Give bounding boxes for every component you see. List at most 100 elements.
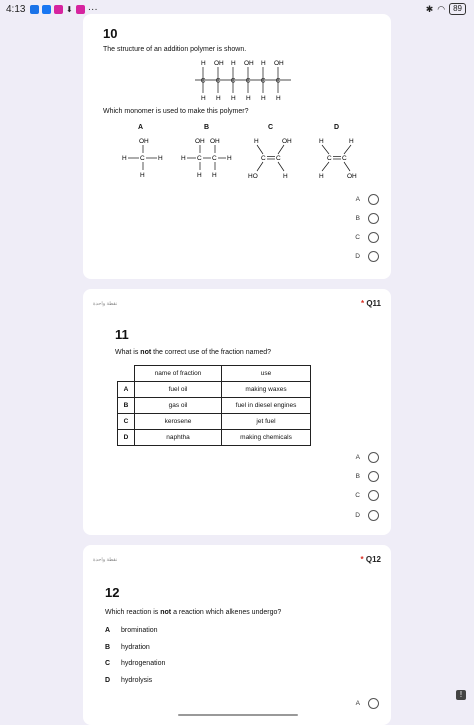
table-header-row: name of fraction use [117,365,311,382]
table-row: C kerosene jet fuel [117,413,311,430]
option-label: C [355,492,360,499]
polymer-structure: H C H OH C H H C H OH C H H C H OH C H [195,60,291,102]
atom-label: H [158,155,163,162]
polymer-top-atom: OH [244,60,254,67]
option-a[interactable]: A [356,194,379,205]
option-label: B [355,473,360,480]
polymer-carbon: C [201,78,206,85]
polymer-top-atom: H [261,60,266,67]
radio-button[interactable] [368,232,379,243]
bluetooth-icon: ✱ [425,3,434,14]
option-d[interactable]: D [355,251,379,262]
radio-button[interactable] [368,471,379,482]
option-label: C [355,234,360,241]
polymer-bottom-atom: H [261,95,266,102]
points-label: نقطة واحدة [93,301,118,307]
table-row: B gas oil fuel in diesel engines [117,397,311,414]
polymer-bottom-atom: H [216,95,221,102]
option-label: A [355,700,360,707]
messages-icon [30,5,39,14]
option-c[interactable]: C [355,232,379,243]
instagram-icon [75,5,85,14]
atom-label: OH [139,138,149,145]
option-d[interactable]: D [355,510,379,521]
option-label: A [355,454,360,461]
question-label: * Q11 [360,299,381,308]
option-label: A [355,196,360,203]
facebook-icon [42,5,51,14]
svg-text:C: C [261,155,266,162]
monomer-a-structure: OH H C H H [122,138,163,179]
question-text: Which reaction is not a reaction which a… [105,609,282,616]
radio-button[interactable] [368,490,379,501]
monomer-label-b: B [204,124,210,131]
polymer-bottom-atom: H [231,95,236,102]
monomer-d-structure: H H C C H OH [319,138,357,180]
svg-text:H: H [254,138,259,145]
svg-text:H: H [283,173,288,180]
report-icon[interactable]: ! [456,690,466,700]
polymer-top-atom: OH [214,60,224,67]
download-icon: ⬇ [66,5,73,14]
polymer-top-atom: H [231,60,236,67]
option-a[interactable]: A [356,452,379,463]
svg-text:C: C [342,155,347,162]
polymer-carbon: C [276,78,281,85]
svg-text:H: H [212,172,217,179]
question-prompt: Which monomer is used to make this polym… [103,108,249,115]
option-label: B [355,215,360,222]
svg-text:C: C [327,155,332,162]
radio-button[interactable] [368,510,379,521]
svg-text:HO: HO [248,173,258,180]
monomer-label-a: A [138,124,144,131]
monomer-b-structure: OH OH H C C H H H [181,138,232,179]
battery-icon: 89 [449,3,466,15]
status-time: 4:13 [6,4,26,15]
radio-button[interactable] [368,194,379,205]
svg-text:OH: OH [347,173,357,180]
list-item: Bhydration [105,643,150,651]
table-header: use [221,365,311,382]
svg-text:C: C [212,155,217,162]
option-b[interactable]: B [356,471,379,482]
polymer-bottom-atom: H [276,95,281,102]
svg-text:OH: OH [210,138,220,145]
svg-text:H: H [319,138,324,145]
option-a[interactable]: A [356,698,379,709]
svg-text:H: H [197,172,202,179]
instagram-icon [54,5,63,14]
option-b[interactable]: B [356,213,379,224]
question-card-10: 10 The structure of an addition polymer … [83,14,391,279]
polymer-carbon: C [246,78,251,85]
polymer-bottom-atom: H [201,95,206,102]
question-number: 12 [105,585,120,600]
monomer-label-d: D [334,124,340,131]
polymer-top-atom: H [201,60,206,67]
list-item: Chydrogenation [105,660,166,667]
polymer-carbon: C [261,78,266,85]
question-card-12: نقطة واحدة * Q12 12 Which reaction is no… [83,545,391,725]
radio-button[interactable] [368,698,379,709]
question-text: The structure of an addition polymer is … [103,46,247,53]
radio-button[interactable] [368,213,379,224]
radio-button[interactable] [368,251,379,262]
svg-text:H: H [181,155,186,162]
svg-text:C: C [140,155,145,162]
list-item: Abromination [105,627,158,634]
polymer-top-atom: OH [274,60,284,67]
polymer-carbon: C [231,78,236,85]
question-number: 11 [115,327,129,342]
svg-text:H: H [349,138,354,145]
radio-button[interactable] [368,452,379,463]
table-header: name of fraction [134,365,222,382]
atom-label: H [122,155,127,162]
question-card-11: نقطة واحدة * Q11 11 What is not the corr… [83,289,391,535]
option-c[interactable]: C [355,490,379,501]
list-item: Dhydrolysis [105,676,153,684]
svg-text:OH: OH [195,138,205,145]
question-label: * Q12 [360,555,381,564]
monomer-c-structure: H OH C C HO H [248,138,292,180]
svg-text:OH: OH [282,138,292,145]
option-label: D [355,253,360,260]
home-indicator [178,714,298,716]
